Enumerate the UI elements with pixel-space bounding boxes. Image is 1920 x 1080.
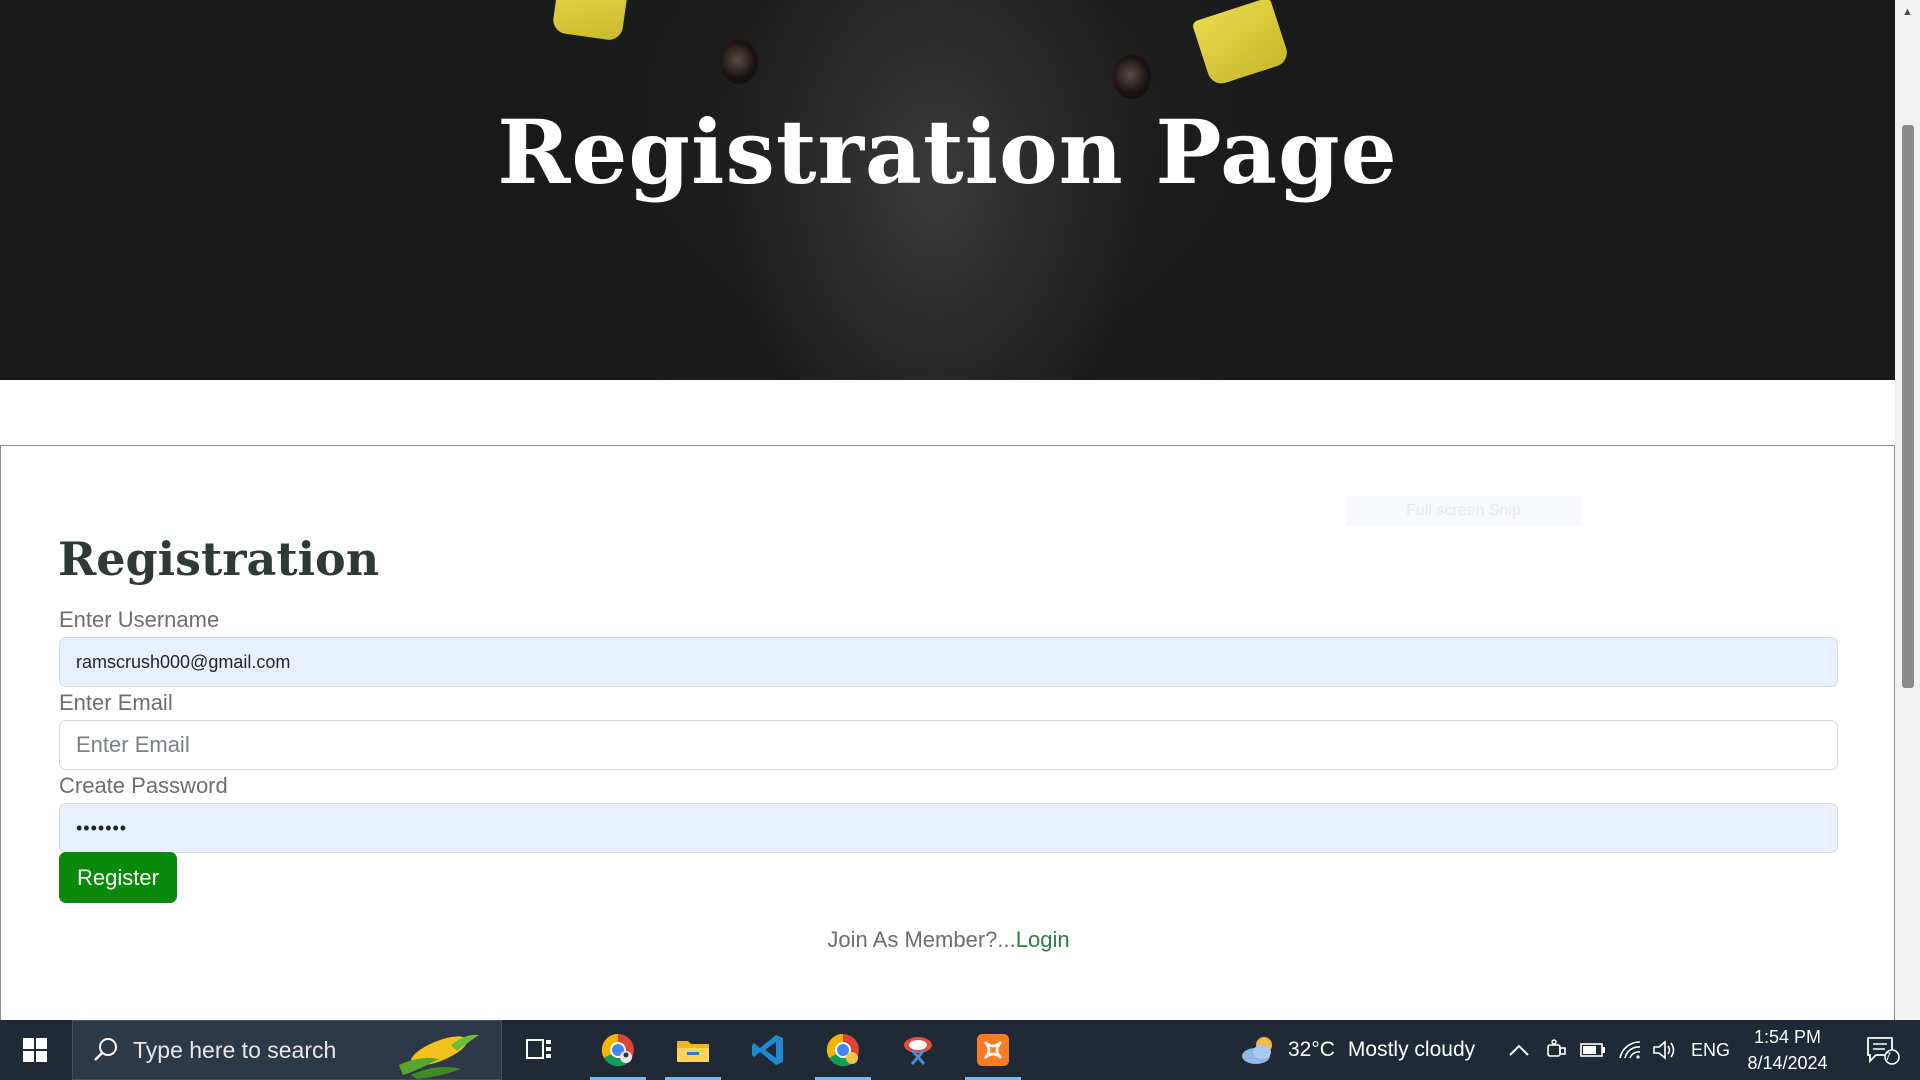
task-view-icon <box>526 1039 551 1059</box>
registration-card: Full screen Snip Registration Enter User… <box>0 445 1895 1020</box>
username-input[interactable] <box>59 637 1838 687</box>
chrome-icon <box>826 1033 859 1067</box>
form-heading: Registration <box>58 532 380 586</box>
join-member-line: Join As Member?...Login <box>1 927 1895 953</box>
corn-search-highlight-icon <box>399 1034 479 1079</box>
snip-tooltip: Full screen Snip <box>1346 496 1581 526</box>
chrome-icon <box>601 1033 634 1067</box>
scroll-up-arrow-icon[interactable]: ▲ <box>1895 0 1920 25</box>
volume-control[interactable] <box>1652 1020 1678 1080</box>
taskbar-app-file-explorer[interactable] <box>662 1020 724 1080</box>
register-button[interactable]: Register <box>59 852 177 903</box>
taskbar-app-vscode[interactable] <box>737 1020 799 1080</box>
weather-temp: 32°C <box>1288 1038 1335 1061</box>
ear-tag-right <box>1191 0 1291 88</box>
cow-eye-right <box>1113 55 1151 99</box>
show-hidden-icons-button[interactable] <box>1508 1020 1530 1080</box>
password-label: Create Password <box>59 773 228 798</box>
meet-now-button[interactable] <box>1545 1020 1567 1080</box>
login-link[interactable]: Login <box>1016 927 1070 952</box>
windows-logo-icon <box>23 1038 47 1062</box>
battery-icon <box>1580 1043 1605 1057</box>
weather-condition: Mostly cloudy <box>1347 1038 1476 1061</box>
hero-banner: Registration Page <box>0 0 1895 380</box>
windows-taskbar: Type here to search 32°C Mostly cloudy E… <box>0 1020 1920 1080</box>
taskbar-search-box[interactable]: Type here to search <box>72 1020 502 1080</box>
start-button[interactable] <box>0 1020 70 1080</box>
email-input[interactable] <box>59 720 1838 770</box>
taskbar-app-snipping-tool[interactable] <box>887 1020 949 1080</box>
action-center-button[interactable]: 7 <box>1855 1020 1910 1080</box>
email-label: Enter Email <box>59 690 173 715</box>
system-clock[interactable]: 1:54 PM 8/14/2024 <box>1725 1024 1850 1076</box>
notification-icon <box>1866 1037 1900 1065</box>
taskbar-app-chrome-profile[interactable] <box>587 1020 649 1080</box>
page-title: Registration Page <box>497 100 1398 204</box>
password-input[interactable] <box>59 803 1838 853</box>
folder-icon <box>677 1041 709 1062</box>
task-view-button[interactable] <box>508 1020 570 1080</box>
vertical-scrollbar[interactable]: ▲ <box>1895 0 1920 1020</box>
clock-time: 1:54 PM <box>1753 1027 1822 1047</box>
ear-tag-left <box>551 0 629 42</box>
search-icon <box>94 1038 117 1061</box>
weather-widget[interactable]: 32°C Mostly cloudy <box>1238 1020 1475 1080</box>
taskbar-app-xampp[interactable] <box>962 1020 1024 1080</box>
join-text: Join As Member?... <box>827 927 1016 952</box>
scrollbar-thumb[interactable] <box>1902 125 1914 688</box>
username-label: Enter Username <box>59 607 220 632</box>
vscode-icon <box>752 1035 783 1065</box>
xampp-icon <box>977 1034 1009 1066</box>
search-placeholder: Type here to search <box>133 1036 337 1063</box>
battery-indicator[interactable] <box>1580 1020 1606 1080</box>
wifi-icon <box>1619 1041 1641 1059</box>
browser-viewport: Registration Page Full screen Snip Regis… <box>0 0 1895 1020</box>
speaker-icon <box>1653 1040 1675 1060</box>
cow-eye-left <box>720 40 758 84</box>
clock-date: 8/14/2024 <box>1747 1053 1828 1073</box>
notification-count: 7 <box>1885 1051 1892 1063</box>
snipping-tool-icon <box>904 1037 932 1065</box>
chevron-up-icon <box>1509 1044 1529 1056</box>
meet-now-icon <box>1547 1039 1566 1057</box>
network-indicator[interactable] <box>1618 1020 1642 1080</box>
cloudy-weather-icon <box>1242 1037 1272 1064</box>
taskbar-app-chrome-alt[interactable] <box>812 1020 874 1080</box>
